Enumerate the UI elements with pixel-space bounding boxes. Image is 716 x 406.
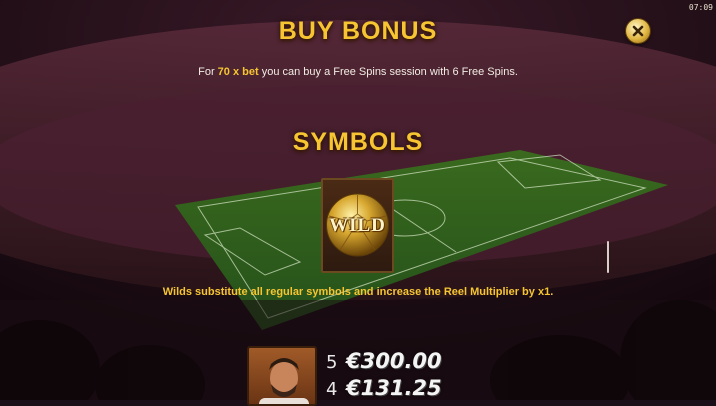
paytable-amount: €131.25 [346, 376, 442, 400]
buy-bonus-description: For 70 x bet you can buy a Free Spins se… [0, 66, 716, 78]
desc-prefix: For [198, 66, 218, 78]
clock-readout: 07:09 [688, 3, 713, 12]
paytable-count: 5 [326, 352, 338, 373]
buy-bonus-title: BUY BONUS [278, 17, 438, 45]
paytable-row: 4 €131.25 [326, 376, 442, 400]
paytable-amount: €300.00 [346, 349, 442, 373]
scrollbar[interactable] [607, 241, 609, 273]
desc-suffix: you can buy a Free Spins session with 6 … [258, 66, 518, 78]
close-icon [632, 22, 644, 41]
wild-label: WILD [329, 215, 386, 236]
close-button[interactable] [626, 19, 650, 43]
paytable-count: 4 [326, 379, 338, 400]
wild-description: Wilds substitute all regular symbols and… [162, 286, 554, 298]
paytable-row: 5 €300.00 [326, 349, 442, 373]
symbols-title: SYMBOLS [292, 128, 424, 156]
bet-multiplier: 70 x bet [217, 66, 259, 78]
player-portrait [247, 346, 317, 406]
